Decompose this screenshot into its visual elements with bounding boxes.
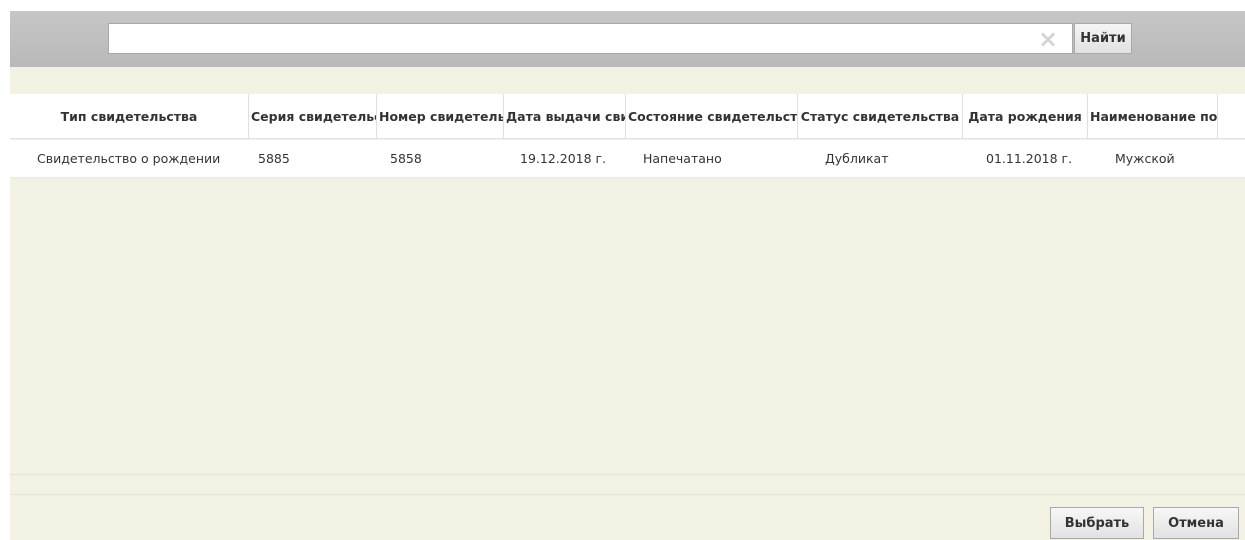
column-header-birth-date[interactable]: Дата рождения (963, 94, 1088, 139)
grid-footer (10, 474, 1245, 494)
column-header-type[interactable]: Тип свидетельства (10, 94, 249, 139)
column-header-gender[interactable]: Наименование пола (1088, 94, 1218, 139)
toolbar-strip (10, 67, 1245, 94)
search-toolbar: × Найти (10, 11, 1245, 67)
certificate-select-dialog: × Найти Тип свидетельства Серия свидетел… (0, 0, 1245, 540)
search-input[interactable] (108, 23, 1073, 54)
table-row[interactable]: Свидетельство о рождении 5885 5858 19.12… (10, 140, 1245, 178)
select-button[interactable]: Выбрать (1050, 507, 1144, 539)
cell-type: Свидетельство о рождении (37, 151, 221, 166)
grid-header: Тип свидетельства Серия свидетельства Но… (10, 94, 1245, 139)
column-header-status[interactable]: Статус свидетельства (798, 94, 963, 139)
cell-gender: Мужской (1115, 151, 1175, 166)
cell-birth-date: 01.11.2018 г. (986, 151, 1073, 166)
cell-series: 5885 (258, 151, 290, 166)
find-button[interactable]: Найти (1074, 23, 1132, 54)
column-header-number[interactable]: Номер свидетельства (377, 94, 504, 139)
certificates-grid: Тип свидетельства Серия свидетельства Но… (10, 94, 1245, 474)
column-header-issue-date[interactable]: Дата выдачи свидетельства (504, 94, 626, 139)
cell-state: Напечатано (643, 151, 722, 166)
column-header-series[interactable]: Серия свидетельства (249, 94, 377, 139)
column-header-state[interactable]: Состояние свидетельства (626, 94, 798, 139)
clear-icon[interactable]: × (1036, 27, 1060, 51)
cell-number: 5858 (390, 151, 422, 166)
cell-issue-date: 19.12.2018 г. (520, 151, 607, 166)
cancel-button[interactable]: Отмена (1153, 507, 1239, 539)
cell-status: Дубликат (825, 151, 889, 166)
